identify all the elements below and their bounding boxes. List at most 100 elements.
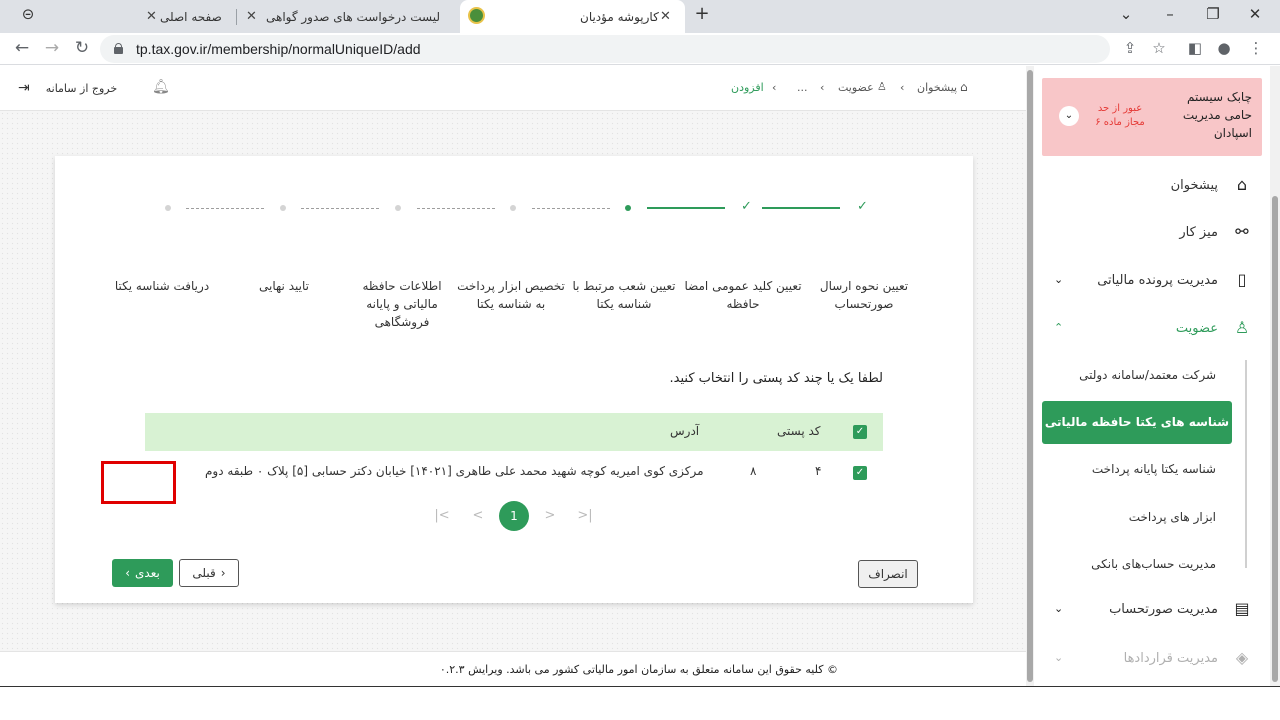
chevron-right-icon: ›: [900, 81, 905, 94]
step-connector-done: [647, 207, 725, 209]
tab-taxpayer-folder[interactable]: کارپوشه مؤدیان ✕: [460, 0, 685, 33]
sidebar-scrollbar[interactable]: [1270, 66, 1280, 686]
postal-code-start: ۸: [750, 464, 757, 478]
step-dot: [280, 205, 286, 211]
step-connector: [417, 208, 495, 209]
share-icon[interactable]: ⇪: [1120, 39, 1140, 57]
next-button[interactable]: بعدی ›: [112, 559, 173, 587]
home-icon: ⌂: [1236, 175, 1248, 194]
sidebar-item-dashboard[interactable]: ⌂ پیشخوان: [1034, 166, 1270, 206]
menu-kebab-icon[interactable]: ⋮: [1246, 39, 1266, 57]
highlight-box: [101, 461, 176, 504]
chevron-right-icon: ›: [772, 81, 777, 94]
select-all-checkbox[interactable]: ✓: [853, 425, 867, 439]
column-postal-code: کد پستی: [777, 424, 821, 438]
workflow-icon: ⚯: [1235, 222, 1249, 241]
breadcrumb-ellipsis[interactable]: ...: [797, 81, 808, 94]
side-panel-icon[interactable]: ◧: [1185, 39, 1205, 57]
sidebar-item-label: مدیریت قراردادها: [1123, 651, 1218, 666]
back-icon[interactable]: ←: [12, 38, 32, 58]
sidebar-item-tax-file[interactable]: ▯ مدیریت پرونده مالیاتی ⌄: [1034, 261, 1270, 301]
next-label: بعدی: [135, 566, 160, 580]
sidebar-subitem-payment-terminal-id[interactable]: شناسه یکتا پایانه پرداخت: [1034, 450, 1270, 490]
chevron-down-icon: ⌄: [1054, 273, 1064, 286]
receipt-icon: ▤: [1234, 599, 1250, 618]
prev-page-icon[interactable]: <: [468, 508, 488, 523]
page-footer: © کلیه حقوق این سامانه متعلق به سازمان ا…: [0, 651, 1026, 686]
breadcrumb-add: افزودن: [731, 81, 764, 94]
url-field[interactable]: tp.tax.gov.ir/membership/normalUniqueID/…: [100, 35, 1110, 63]
breadcrumb-membership[interactable]: عضویت: [838, 81, 874, 94]
tab-title: صفحه اصلی: [160, 10, 222, 24]
step-label: تایید نهایی: [259, 279, 309, 293]
page-number-current[interactable]: 1: [499, 501, 529, 531]
content-scrollbar[interactable]: [1026, 66, 1034, 686]
minimize-icon[interactable]: –: [1160, 5, 1180, 23]
previous-label: قبلی: [192, 566, 216, 580]
company-alert[interactable]: چابک سیستم حامی مدیریت اسپادان عبور از ح…: [1042, 78, 1262, 156]
sidebar-item-label: عضویت: [1175, 321, 1218, 336]
company-name: چابک سیستم حامی مدیریت اسپادان: [1182, 90, 1252, 140]
next-page-icon[interactable]: >: [540, 508, 560, 523]
instruction-text: لطفا یک یا چند کد پستی را انتخاب کنید.: [669, 371, 883, 386]
sidebar-subitem-bank-accounts[interactable]: مدیریت حساب‌های بانکی: [1034, 545, 1270, 585]
bell-icon[interactable]: 🔔︎: [152, 79, 170, 95]
sidebar-item-membership[interactable]: ♙ عضویت ⌃: [1034, 309, 1270, 349]
previous-button[interactable]: ‹ قبلی: [179, 559, 239, 587]
bookmark-star-icon[interactable]: ☆: [1149, 39, 1169, 57]
tab-certificate-requests[interactable]: ✕ لیست درخواست های صدور گواهی: [240, 0, 460, 33]
sidebar: چابک سیستم حامی مدیریت اسپادان عبور از ح…: [1034, 66, 1270, 686]
tab-list-icon[interactable]: ⌄: [1116, 5, 1136, 23]
close-icon[interactable]: ✕: [246, 9, 257, 24]
cancel-button[interactable]: انصراف: [858, 560, 918, 588]
cancel-label: انصراف: [868, 567, 908, 581]
address-bar: ← → ↻ tp.tax.gov.ir/membership/normalUni…: [0, 33, 1280, 65]
row-checkbox[interactable]: ✓: [853, 466, 867, 480]
check-icon: ✓: [741, 199, 752, 214]
restore-icon[interactable]: ❐: [1203, 5, 1223, 23]
sidebar-item-label: مدیریت پرونده مالیاتی: [1097, 273, 1218, 288]
chevron-up-icon: ⌃: [1054, 321, 1064, 334]
user-icon: ♙: [1234, 318, 1250, 337]
step-label: تعیین کلید عمومی امضا حافظه: [684, 279, 802, 311]
sidebar-subitem-label: ابزار های پرداخت: [1128, 510, 1216, 524]
close-icon[interactable]: ✕: [146, 9, 157, 24]
limit-warning: عبور از حد مجاز ماده ۶: [1095, 103, 1145, 128]
sidebar-item-workdesk[interactable]: ⚯ میز کار: [1034, 213, 1270, 253]
sidebar-item-label: پیشخوان: [1170, 178, 1218, 193]
sidebar-subitem-payment-tools[interactable]: ابزار های پرداخت: [1034, 498, 1270, 538]
breadcrumb-dashboard[interactable]: پیشخوان: [917, 81, 957, 94]
sidebar-item-label: میز کار: [1179, 225, 1218, 240]
tab-search-icon[interactable]: ⊝: [18, 5, 38, 23]
lock-icon: [114, 43, 123, 54]
logout-label: خروج از سامانه: [45, 81, 118, 95]
reload-icon[interactable]: ↻: [72, 38, 92, 58]
close-icon[interactable]: ✕: [660, 9, 671, 24]
sidebar-subitem-trusted-company[interactable]: شرکت معتمد/سامانه دولتی: [1034, 356, 1270, 396]
chevron-left-icon: ‹: [220, 566, 226, 580]
forward-icon[interactable]: →: [42, 38, 62, 58]
tab-title: کارپوشه مؤدیان: [580, 10, 659, 24]
page: ⌂ پیشخوان › ♙ عضویت › ... › افزودن 🔔︎ ⇥ …: [0, 66, 1280, 686]
close-window-icon[interactable]: ✕: [1245, 5, 1265, 23]
step-label: تخصیص ابزار پرداخت به شناسه یکتا: [457, 279, 565, 311]
sidebar-item-contracts[interactable]: ◈ مدیریت قراردادها ⌄: [1034, 639, 1270, 679]
chevron-right-icon: ›: [820, 81, 825, 94]
column-address: آدرس: [670, 424, 700, 438]
last-page-icon[interactable]: >|: [575, 508, 595, 523]
tab-home[interactable]: ✕ صفحه اصلی: [140, 0, 232, 33]
sidebar-subitem-tax-memory-ids[interactable]: شناسه های یکتا حافظه مالیاتی: [1042, 401, 1232, 444]
sidebar-item-invoices[interactable]: ▤ مدیریت صورتحساب ⌄: [1034, 590, 1270, 630]
tax-logo-icon: [468, 7, 485, 24]
first-page-icon[interactable]: |<: [432, 508, 452, 523]
user-icon: ♙: [877, 80, 887, 93]
chevron-down-icon[interactable]: ⌄: [1059, 106, 1079, 126]
sidebar-subitem-label: مدیریت حساب‌های بانکی: [1091, 557, 1216, 571]
profile-avatar-icon[interactable]: ●: [1214, 39, 1234, 57]
new-tab-button[interactable]: +: [692, 3, 712, 24]
step-label: تعیین نحوه ارسال صورتحساب: [819, 279, 909, 311]
logout-button[interactable]: ⇥ خروج از سامانه: [18, 80, 117, 96]
tab-divider: [236, 9, 237, 25]
postal-code-end: ۴: [815, 464, 822, 478]
step-connector: [301, 208, 379, 209]
